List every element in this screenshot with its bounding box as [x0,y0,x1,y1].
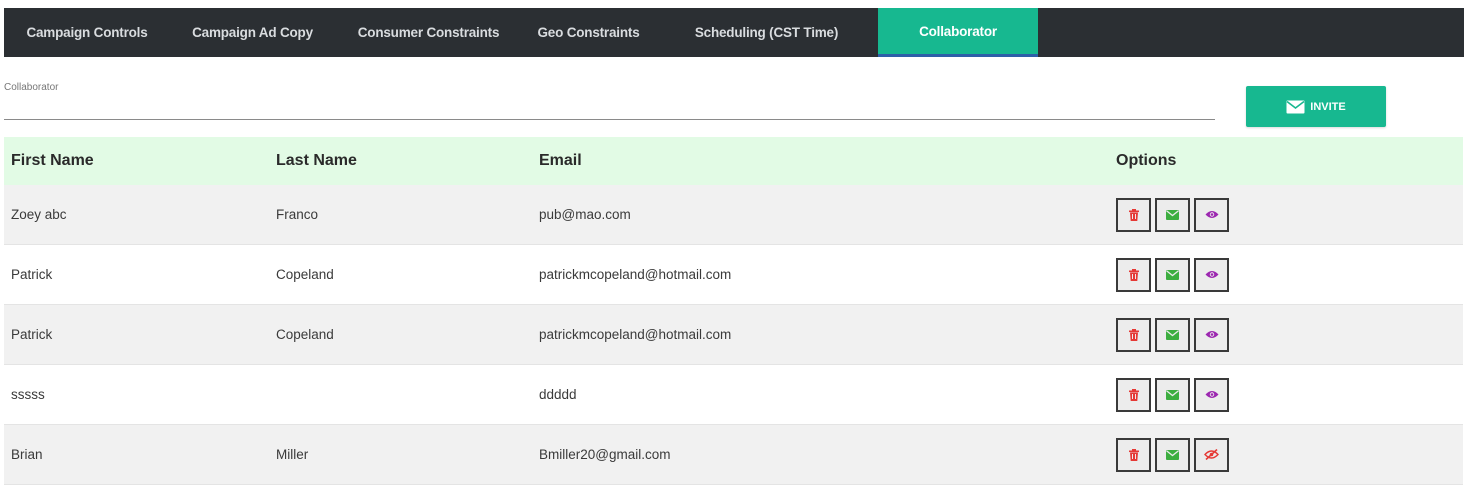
delete-button[interactable] [1116,377,1151,412]
options-cell [1109,197,1463,232]
envelope-icon [1166,389,1179,400]
options-cell [1109,257,1463,292]
email-cell: Bmiller20@gmail.com [539,447,671,462]
envelope-icon [1286,100,1305,113]
eye-icon [1205,271,1218,278]
email-cell: patrickmcopeland@hotmail.com [539,267,732,282]
tab-label: Campaign Controls [26,25,148,40]
delete-button[interactable] [1116,437,1151,472]
tab-consumer-constraints[interactable]: Consumer Constraints [335,8,522,57]
email-button[interactable] [1155,197,1190,232]
table-row: Brian Miller Bmiller20@gmail.com [4,425,1463,485]
table-row: Zoey abc Franco pub@mao.com [4,185,1463,245]
table-row: Patrick Copeland patrickmcopeland@hotmai… [4,305,1463,365]
options-cell [1109,317,1463,352]
envelope-icon [1166,449,1179,460]
first-name-cell: Brian [11,447,43,462]
table-header: First Name Last Name Email Options [4,137,1463,185]
envelope-icon [1166,209,1179,220]
tab-scheduling[interactable]: Scheduling (CST Time) [655,8,878,57]
view-button[interactable] [1194,317,1229,352]
eye-slash-icon [1204,449,1219,460]
table-row: Patrick Copeland patrickmcopeland@hotmai… [4,245,1463,305]
eye-icon [1205,211,1218,218]
email-button[interactable] [1155,317,1190,352]
collaborator-table: First Name Last Name Email Options Zoey … [4,137,1463,485]
email-cell: patrickmcopeland@hotmail.com [539,327,732,342]
header-email: Email [539,152,582,169]
tab-campaign-controls[interactable]: Campaign Controls [4,8,170,57]
tab-label: Geo Constraints [537,25,640,40]
tab-label: Scheduling (CST Time) [694,25,839,40]
eye-icon [1205,391,1218,398]
delete-button[interactable] [1116,317,1151,352]
view-button[interactable] [1194,377,1229,412]
tab-collaborator[interactable]: Collaborator [878,8,1038,57]
delete-button[interactable] [1116,197,1151,232]
options-cell [1109,377,1463,412]
trash-icon [1128,208,1139,221]
tab-label: Consumer Constraints [357,25,500,40]
table-row: sssss ddddd [4,365,1463,425]
eye-icon [1205,331,1218,338]
first-name-cell: Zoey abc [11,207,67,222]
trash-icon [1128,388,1139,401]
last-name-cell: Copeland [276,327,334,342]
last-name-cell: Copeland [276,267,334,282]
email-button[interactable] [1155,437,1190,472]
trash-icon [1128,328,1139,341]
header-first-name: First Name [11,152,94,169]
first-name-cell: sssss [11,387,45,402]
collaborator-field: Collaborator [4,80,1215,120]
first-name-cell: Patrick [11,267,53,282]
email-cell: ddddd [539,387,577,402]
view-button[interactable] [1194,197,1229,232]
tab-campaign-ad-copy[interactable]: Campaign Ad Copy [170,8,335,57]
tab-bar: Campaign Controls Campaign Ad Copy Consu… [4,8,1464,57]
tab-label: Collaborator [919,23,997,39]
envelope-icon [1166,269,1179,280]
last-name-cell: Miller [276,447,309,462]
invite-button[interactable]: INVITE [1246,86,1386,127]
email-button[interactable] [1155,257,1190,292]
last-name-cell: Franco [276,207,319,222]
hidden-visibility-button[interactable] [1194,437,1229,472]
options-cell [1109,437,1463,472]
tab-geo-constraints[interactable]: Geo Constraints [522,8,655,57]
first-name-cell: Patrick [11,327,53,342]
trash-icon [1128,448,1139,461]
invite-label: INVITE [1310,100,1346,113]
header-last-name: Last Name [276,152,357,169]
header-options: Options [1116,152,1177,169]
email-button[interactable] [1155,377,1190,412]
delete-button[interactable] [1116,257,1151,292]
collaborator-label: Collaborator [4,82,59,93]
trash-icon [1128,268,1139,281]
tab-label: Campaign Ad Copy [192,25,313,40]
email-cell: pub@mao.com [539,207,631,222]
view-button[interactable] [1194,257,1229,292]
collaborator-input[interactable] [4,96,1215,118]
envelope-icon [1166,329,1179,340]
